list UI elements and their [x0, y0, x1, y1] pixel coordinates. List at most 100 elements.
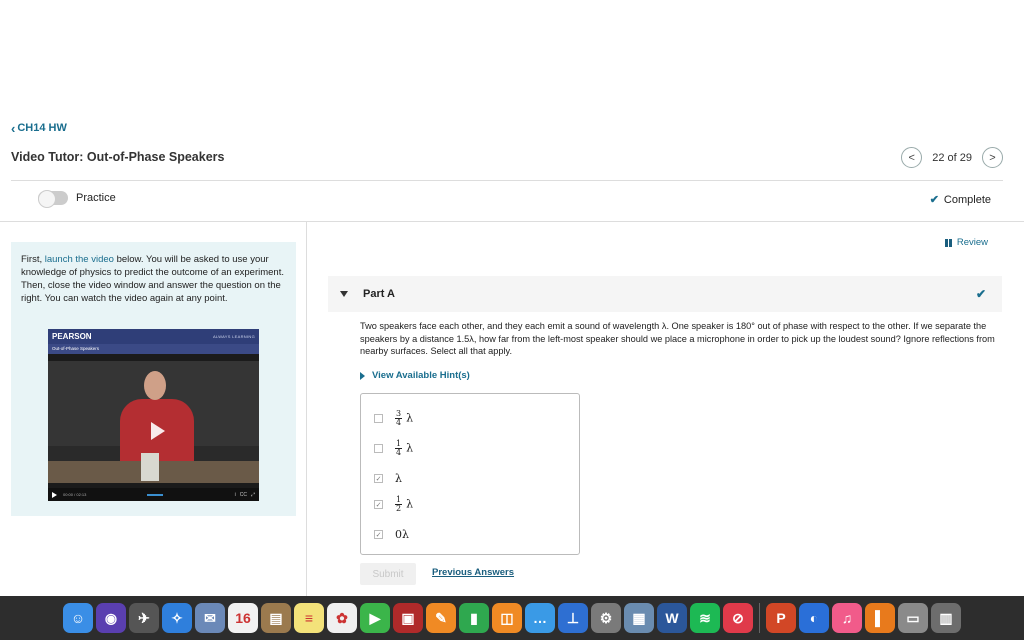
photos-icon[interactable]: ✿ [327, 603, 357, 633]
question-text: Two speakers face each other, and they e… [360, 321, 995, 356]
page: ‹ CH14 HW Video Tutor: Out-of-Phase Spea… [0, 0, 1024, 640]
browser-icon[interactable]: ◐ [799, 603, 829, 633]
view-hints-link[interactable]: View Available Hint(s) [360, 370, 470, 381]
dock: ☺ ◉ ✈ ✧ ✉ 16 ▤ ≡ ✿ ▶ ▣ ✎ ▮ ◫… ⊥ ⚙ ▦ W ≋ ⊘ P ◐ ♫ ▌ ▭ ▥ [0, 596, 1024, 640]
powerpoint-icon[interactable]: P [766, 603, 796, 633]
preview-icon[interactable]: ▦ [624, 603, 654, 633]
option-value: 14λ [395, 440, 413, 457]
complete-label: Complete [943, 193, 991, 206]
back-link-label: CH14 HW [17, 122, 67, 134]
captions-button[interactable]: CC [240, 492, 247, 498]
video-header: PEARSON ALWAYS LEARNING [48, 329, 259, 344]
word-icon[interactable]: W [657, 603, 687, 633]
fraction-denominator: 2 [396, 504, 402, 513]
answer-options: 34λ 14λ ✓ λ ✓ 12λ ✓ 0λ [360, 393, 580, 555]
play-icon[interactable] [151, 422, 165, 440]
itunes-icon[interactable]: ♫ [832, 603, 862, 633]
pager: < 22 of 29 > [901, 147, 1003, 168]
checkbox[interactable]: ✓ [374, 530, 383, 539]
fraction: 12 [395, 496, 403, 513]
caret-right-icon [360, 371, 365, 380]
divider [11, 180, 1003, 181]
practice-label: Practice [76, 192, 116, 204]
bookmarks-icon[interactable]: ▌ [865, 603, 895, 633]
review-link[interactable]: Review [944, 237, 988, 248]
system-preferences-icon[interactable]: ⚙ [591, 603, 621, 633]
option-value: 34λ [395, 410, 413, 427]
contacts-icon[interactable]: ▤ [261, 603, 291, 633]
finder-icon[interactable]: ☺ [63, 603, 93, 633]
hints-label: View Available Hint(s) [372, 370, 470, 381]
lambda-symbol: λ [406, 441, 414, 455]
practice-toggle[interactable] [38, 190, 68, 208]
play-small-icon[interactable] [52, 491, 57, 498]
notes-icon[interactable]: ≡ [294, 603, 324, 633]
mail-icon[interactable]: ✉ [195, 603, 225, 633]
checkbox[interactable]: ✓ [374, 500, 383, 509]
video-extra-controls: i CC ⤢ [235, 492, 255, 498]
review-icon [944, 238, 952, 247]
trash-icon[interactable]: ▥ [931, 603, 961, 633]
video-player[interactable]: PEARSON ALWAYS LEARNING Out-of-Phase Spe… [48, 329, 259, 501]
fraction: 34 [395, 410, 403, 427]
complete-status: ✔ Complete [929, 193, 991, 207]
checkbox[interactable]: ✓ [374, 474, 383, 483]
option-value: 12λ [395, 496, 413, 513]
answer-option[interactable]: 34λ [374, 410, 413, 427]
submit-button[interactable]: Submit [360, 563, 416, 585]
chevron-left-icon: < [908, 151, 915, 164]
fraction-denominator: 4 [396, 448, 402, 457]
intro-text: First, launch the video below. You will … [21, 253, 286, 305]
no-entry-icon[interactable]: ⊘ [723, 603, 753, 633]
disk-utility-icon[interactable]: ▭ [898, 603, 928, 633]
fraction-denominator: 4 [396, 418, 402, 427]
answer-option[interactable]: 14λ [374, 440, 413, 457]
video-thumbnail [48, 361, 259, 483]
back-link[interactable]: ‹ CH14 HW [11, 122, 67, 135]
practice-toggle-row: Practice [38, 190, 116, 208]
siri-icon[interactable]: ◉ [96, 603, 126, 633]
video-subtitle: Out-of-Phase Speakers [48, 344, 259, 354]
next-item-button[interactable]: > [982, 147, 1003, 168]
photo-booth-icon[interactable]: ▣ [393, 603, 423, 633]
chevron-right-icon: > [989, 151, 996, 164]
lambda-symbol: λ [406, 411, 414, 425]
answer-option[interactable]: ✓ 12λ [374, 496, 413, 513]
facetime-icon[interactable]: ▶ [360, 603, 390, 633]
checkmark-icon: ✔ [929, 194, 939, 206]
numbers-icon[interactable]: ▮ [459, 603, 489, 633]
calendar-icon[interactable]: 16 [228, 603, 258, 633]
spotify-icon[interactable]: ≋ [690, 603, 720, 633]
answer-option[interactable]: ✓ 0λ [374, 528, 409, 541]
dock-separator [759, 603, 760, 633]
info-icon[interactable]: i [235, 492, 236, 498]
column-divider [306, 221, 307, 596]
prev-item-button[interactable]: < [901, 147, 923, 168]
checkmark-icon: ✔ [975, 287, 986, 301]
fullscreen-icon[interactable]: ⤢ [251, 492, 255, 498]
previous-answers-link[interactable]: Previous Answers [432, 567, 514, 578]
video-time: 00:00 / 02:13 [63, 492, 87, 497]
safari-icon[interactable]: ✧ [162, 603, 192, 633]
answer-option[interactable]: ✓ λ [374, 472, 402, 485]
caret-down-icon [340, 291, 348, 297]
part-label: Part A [363, 288, 395, 300]
launch-video-link[interactable]: launch the video [45, 254, 114, 265]
launchpad-icon[interactable]: ✈ [129, 603, 159, 633]
part-a-header[interactable]: Part A ✔ [328, 276, 1002, 312]
checkbox[interactable] [374, 444, 383, 453]
video-panel: First, launch the video below. You will … [11, 242, 296, 516]
pager-text: 22 of 29 [932, 151, 972, 164]
option-value: 0λ [395, 528, 409, 541]
checkbox[interactable] [374, 414, 383, 423]
intro-text-part: First, [21, 254, 45, 265]
keynote-icon[interactable]: ⊥ [558, 603, 588, 633]
ibooks-icon[interactable]: ◫ [492, 603, 522, 633]
page-title: Video Tutor: Out-of-Phase Speakers [11, 150, 225, 164]
option-value: λ [395, 472, 402, 485]
divider [0, 221, 1024, 222]
volume-slider[interactable] [147, 493, 164, 496]
messages-icon[interactable]: … [525, 603, 555, 633]
pages-icon[interactable]: ✎ [426, 603, 456, 633]
review-label: Review [956, 237, 988, 248]
